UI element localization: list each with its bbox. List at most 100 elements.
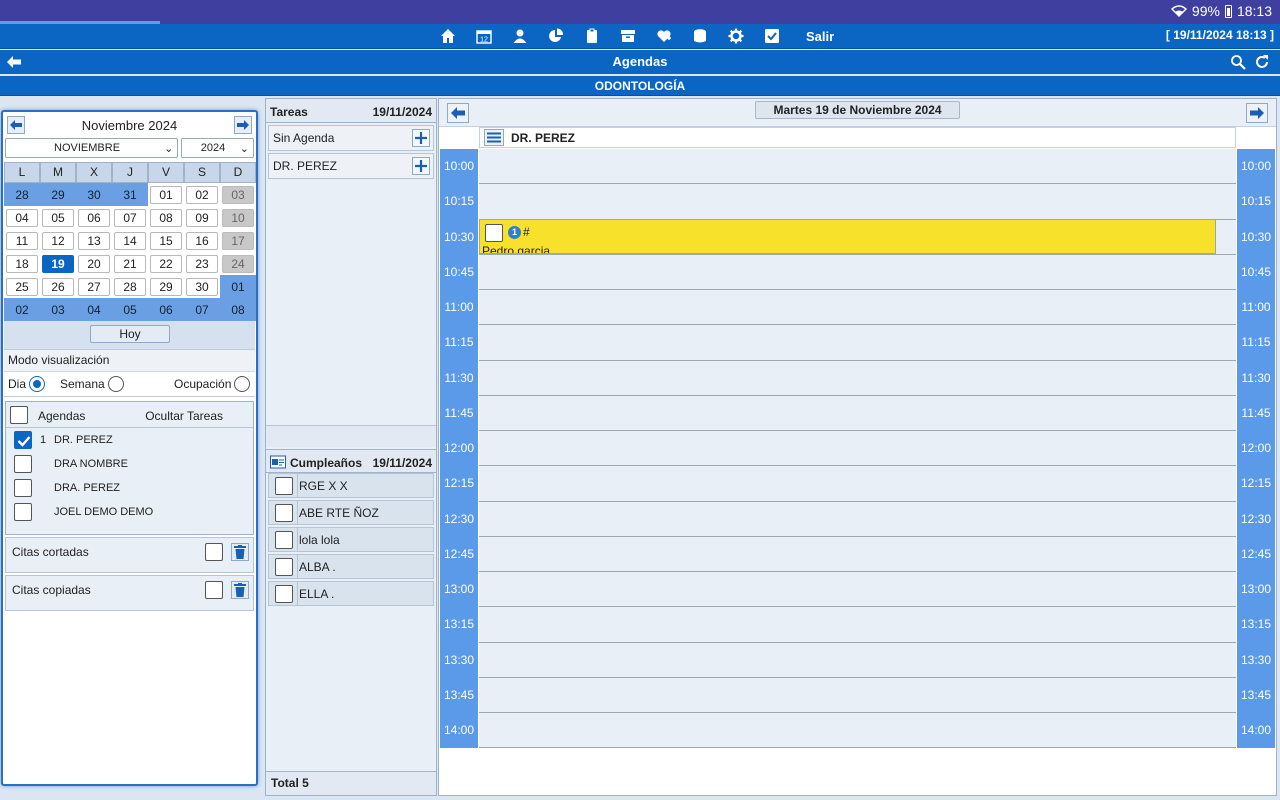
- salir-button[interactable]: Salir: [806, 29, 834, 44]
- gear-icon[interactable]: [728, 28, 744, 44]
- agenda-item[interactable]: DRA. PEREZ: [6, 476, 253, 500]
- agenda-checkbox[interactable]: [14, 503, 32, 521]
- agenda-item[interactable]: DRA NOMBRE: [6, 452, 253, 476]
- agenda-item[interactable]: JOEL DEMO DEMO: [6, 500, 253, 524]
- time-slot[interactable]: [479, 149, 1236, 185]
- calendar-day[interactable]: 18: [4, 252, 40, 275]
- calendar-day[interactable]: 04: [4, 206, 40, 229]
- calendar-day[interactable]: 13: [76, 229, 112, 252]
- birthday-checkbox[interactable]: [275, 477, 293, 495]
- calendar-day[interactable]: 25: [4, 275, 40, 298]
- checkbox-icon[interactable]: [764, 28, 780, 44]
- calendar-day[interactable]: 11: [4, 229, 40, 252]
- calendar-day[interactable]: 05: [112, 298, 148, 321]
- appointment[interactable]: 1 # Pedro garcia: [479, 219, 1216, 254]
- calendar-day[interactable]: 28: [112, 275, 148, 298]
- time-slot[interactable]: [479, 607, 1236, 643]
- time-slot[interactable]: [479, 466, 1236, 502]
- calendar-day[interactable]: 15: [148, 229, 184, 252]
- calendar-day[interactable]: 14: [112, 229, 148, 252]
- view-mode-ocupacion[interactable]: Ocupación: [174, 376, 251, 392]
- month-select[interactable]: NOVIEMBRE ⌄: [5, 138, 179, 158]
- calendar-day[interactable]: 02: [4, 298, 40, 321]
- year-select[interactable]: 2024 ⌄: [181, 138, 254, 158]
- calendar-day[interactable]: 07: [112, 206, 148, 229]
- prev-day-button[interactable]: [447, 103, 469, 123]
- time-slot[interactable]: [479, 184, 1236, 220]
- calendar-day[interactable]: 28: [4, 183, 40, 206]
- calendar-day[interactable]: 24: [220, 252, 256, 275]
- birthday-row[interactable]: ABE RTE ÑOZ: [268, 500, 434, 525]
- calendar-day[interactable]: 03: [40, 298, 76, 321]
- view-mode-semana[interactable]: Semana: [60, 376, 124, 392]
- agenda-item[interactable]: 1 DR. PEREZ: [6, 428, 253, 452]
- agenda-checkbox[interactable]: [14, 431, 32, 449]
- appointment-checkbox[interactable]: [485, 224, 503, 242]
- citas-copiadas-checkbox[interactable]: [205, 581, 223, 599]
- calendar-day[interactable]: 06: [148, 298, 184, 321]
- time-slot[interactable]: [479, 254, 1236, 290]
- agenda-checkbox[interactable]: [14, 479, 32, 497]
- heart-plus-icon[interactable]: [656, 28, 672, 44]
- time-slot[interactable]: [479, 572, 1236, 608]
- birthday-checkbox[interactable]: [275, 585, 293, 603]
- birthday-row[interactable]: ALBA .: [268, 554, 434, 579]
- add-task-icon[interactable]: [412, 157, 430, 175]
- calendar-day[interactable]: 08: [148, 206, 184, 229]
- time-slot[interactable]: [479, 431, 1236, 467]
- calendar-day[interactable]: 16: [184, 229, 220, 252]
- hide-tasks-checkbox[interactable]: [10, 406, 28, 424]
- time-slot[interactable]: [479, 360, 1236, 396]
- calendar-day[interactable]: 31: [112, 183, 148, 206]
- citas-cortadas-checkbox[interactable]: [205, 543, 223, 561]
- calendar-day[interactable]: 01: [220, 275, 256, 298]
- time-slot[interactable]: [479, 325, 1236, 361]
- calendar-icon[interactable]: 12: [476, 28, 492, 44]
- refresh-icon[interactable]: [1254, 54, 1270, 70]
- trash-icon[interactable]: [231, 581, 249, 599]
- calendar-day[interactable]: 03: [220, 183, 256, 206]
- person-icon[interactable]: [512, 28, 528, 44]
- calendar-day[interactable]: 01: [148, 183, 184, 206]
- birthday-checkbox[interactable]: [275, 504, 293, 522]
- calendar-day[interactable]: 07: [184, 298, 220, 321]
- time-slot[interactable]: [479, 395, 1236, 431]
- calendar-day-today[interactable]: 19: [40, 252, 76, 275]
- home-icon[interactable]: [440, 28, 456, 44]
- task-row[interactable]: Sin Agenda: [268, 125, 434, 151]
- time-slot[interactable]: [479, 677, 1236, 713]
- calendar-day[interactable]: 29: [148, 275, 184, 298]
- hamburger-menu-icon[interactable]: [484, 129, 504, 146]
- birthday-card-icon[interactable]: [270, 454, 286, 470]
- today-button[interactable]: Hoy: [90, 325, 170, 343]
- birthday-row[interactable]: lola lola: [268, 527, 434, 552]
- calendar-day[interactable]: 09: [184, 206, 220, 229]
- next-month-button[interactable]: [234, 116, 252, 134]
- database-icon[interactable]: [692, 28, 708, 44]
- birthday-checkbox[interactable]: [275, 558, 293, 576]
- view-mode-dia[interactable]: Dia: [8, 376, 46, 392]
- calendar-day[interactable]: 27: [76, 275, 112, 298]
- time-slot[interactable]: [479, 501, 1236, 537]
- radio-dia[interactable]: [29, 376, 46, 392]
- calendar-day[interactable]: 21: [112, 252, 148, 275]
- trash-icon[interactable]: [231, 543, 249, 561]
- time-slot[interactable]: [479, 713, 1236, 749]
- task-row[interactable]: DR. PEREZ: [268, 153, 434, 179]
- calendar-day[interactable]: 05: [40, 206, 76, 229]
- inbox-icon[interactable]: [620, 28, 636, 44]
- calendar-day[interactable]: 12: [40, 229, 76, 252]
- birthday-checkbox[interactable]: [275, 531, 293, 549]
- add-task-icon[interactable]: [412, 129, 430, 147]
- calendar-day[interactable]: 30: [76, 183, 112, 206]
- calendar-day[interactable]: 06: [76, 206, 112, 229]
- search-icon[interactable]: [1230, 54, 1246, 70]
- calendar-day[interactable]: 20: [76, 252, 112, 275]
- time-slot[interactable]: [479, 536, 1236, 572]
- time-slot[interactable]: [479, 642, 1236, 678]
- calendar-day[interactable]: 08: [220, 298, 256, 321]
- calendar-day[interactable]: 04: [76, 298, 112, 321]
- calendar-day[interactable]: 29: [40, 183, 76, 206]
- calendar-day[interactable]: 22: [148, 252, 184, 275]
- next-day-button[interactable]: [1246, 103, 1268, 123]
